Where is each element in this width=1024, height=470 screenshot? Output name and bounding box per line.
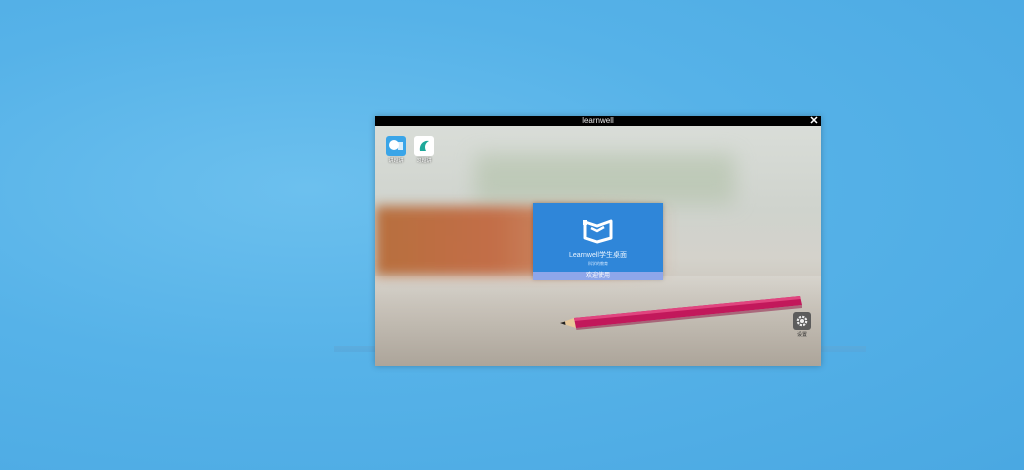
desktop-icon-label: 讲题讲 <box>388 158 404 164</box>
settings-button[interactable]: 设置 <box>791 312 813 338</box>
login-panel: Learnwell学生桌面 科学的教育 <box>533 203 663 279</box>
exercise-app-icon <box>414 136 434 156</box>
pencil-image <box>560 296 802 330</box>
title-bar: learnwell ✕ <box>375 116 821 127</box>
settings-label: 设置 <box>796 332 807 338</box>
desktop-icon-2[interactable]: 习题讲 <box>413 136 435 164</box>
brand-title: Learnwell学生桌面 <box>569 252 627 259</box>
desktop-icon-label: 习题讲 <box>416 158 432 164</box>
book-logo-icon <box>583 219 613 244</box>
background-blur <box>475 154 735 204</box>
close-button[interactable]: ✕ <box>809 116 819 127</box>
desktop-icon-1[interactable]: 讲题讲 <box>385 136 407 164</box>
brand-subtitle: 科学的教育 <box>588 261 608 266</box>
desktop-area: 讲题讲 习题讲 Learnwell学生桌面 科学的教育 欢迎使用 设置 <box>375 126 821 366</box>
window-title: learnwell <box>582 116 614 125</box>
learning-app-icon <box>386 136 406 156</box>
gear-icon <box>793 312 811 330</box>
app-window: learnwell ✕ 讲题讲 习题讲 Learnwell学生桌面 科学的教育 … <box>375 116 821 366</box>
welcome-button[interactable]: 欢迎使用 <box>533 272 663 280</box>
